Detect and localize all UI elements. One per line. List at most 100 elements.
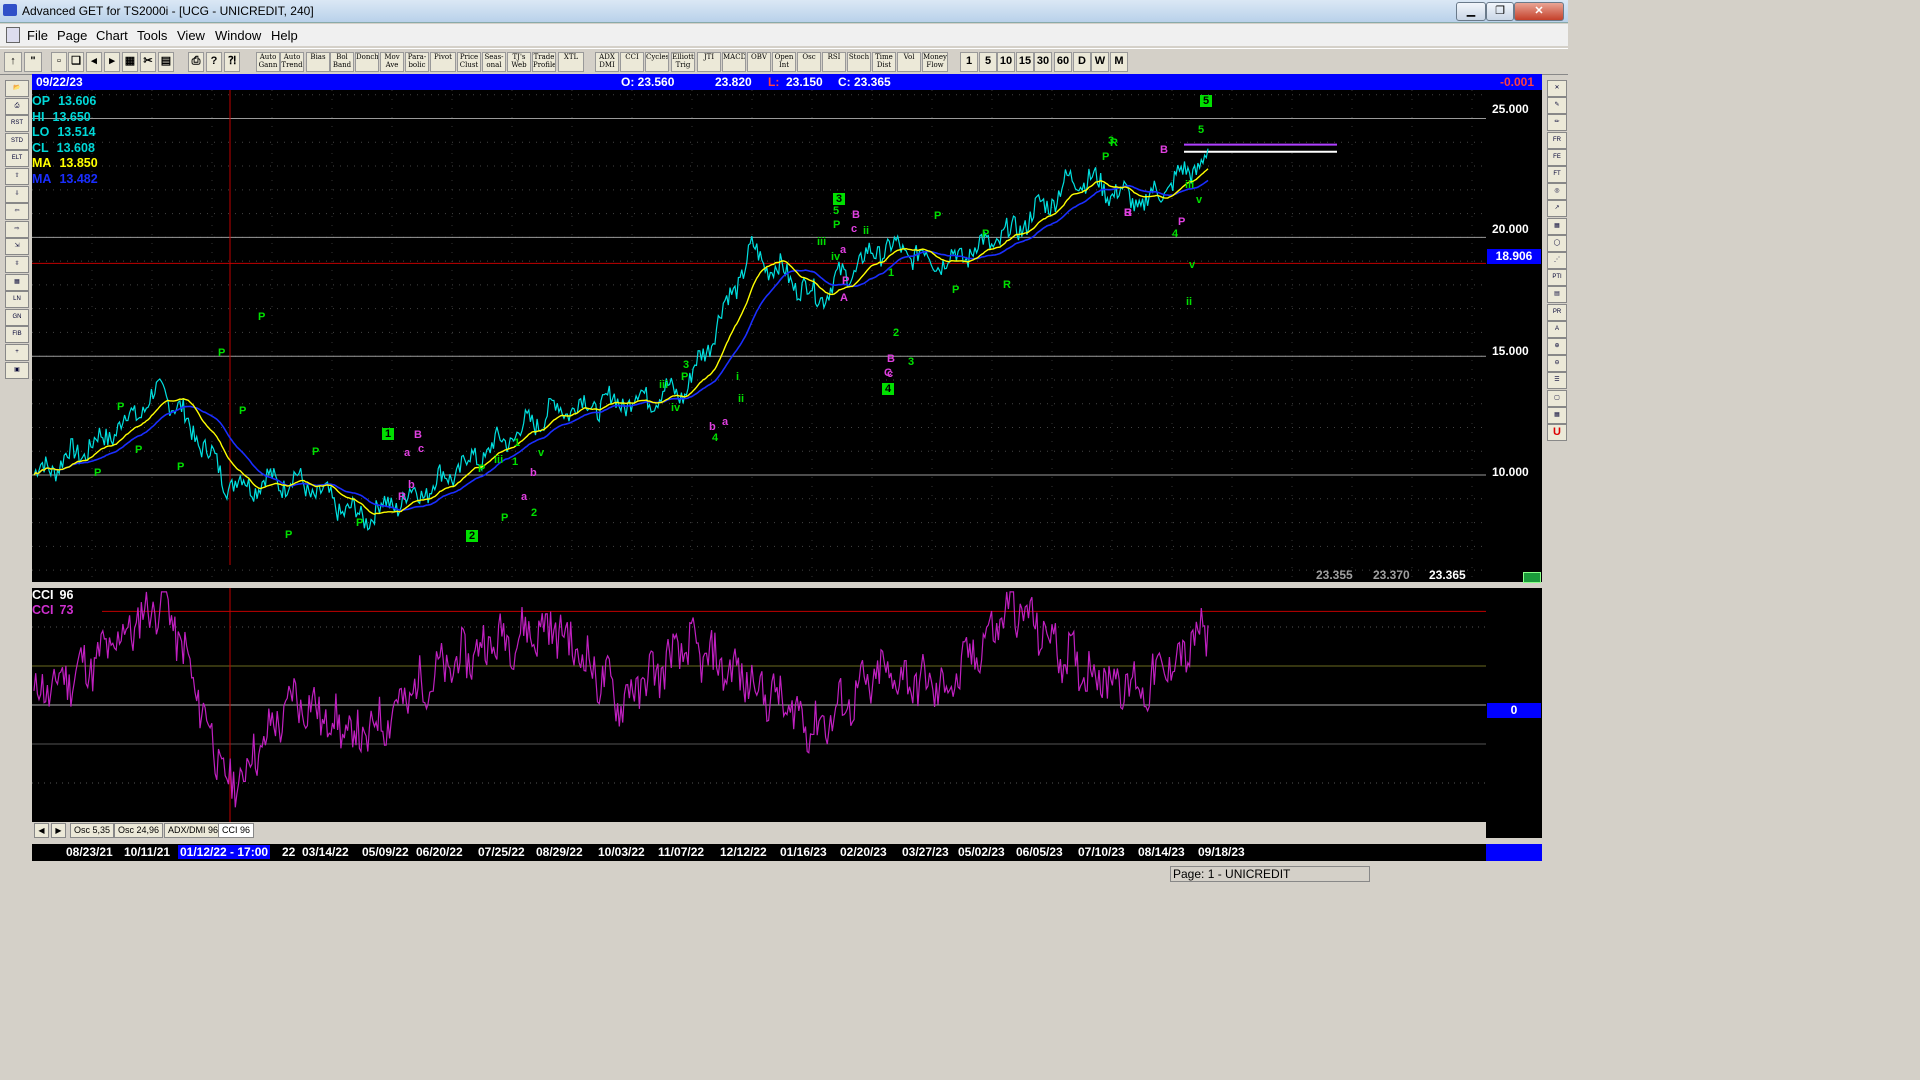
study-vol-button[interactable]: Vol bbox=[897, 52, 921, 72]
cci-panel[interactable]: CCI 96 CCI 73 bbox=[32, 588, 1486, 822]
study-cycles-button[interactable]: Cycles bbox=[645, 52, 669, 72]
study-seasonal-button[interactable]: Seas-onal bbox=[482, 52, 506, 72]
period-d-button[interactable]: D bbox=[1073, 52, 1091, 72]
study-stoch-button[interactable]: Stoch bbox=[847, 52, 871, 72]
elliott-icon[interactable]: ELT bbox=[5, 150, 29, 168]
gann-icon[interactable]: GN bbox=[5, 308, 29, 326]
period-30-button[interactable]: 30 bbox=[1034, 52, 1052, 72]
minimize-button[interactable]: ▁ bbox=[1456, 2, 1486, 21]
chart-settings-icon[interactable] bbox=[1523, 572, 1541, 583]
period-w-button[interactable]: W bbox=[1091, 52, 1109, 72]
study-tjs-web-button[interactable]: TJ's Web bbox=[507, 52, 531, 72]
study-xtl-button[interactable]: XTL bbox=[558, 52, 584, 72]
grid-tool-icon[interactable]: ▦ bbox=[1547, 217, 1567, 235]
fib-ret-tool-icon[interactable]: FR bbox=[1547, 131, 1567, 149]
grid-icon[interactable]: ▦ bbox=[5, 273, 29, 291]
tab-osc-5-35[interactable]: Osc 5,35 bbox=[70, 823, 115, 838]
tab-osc-24-96[interactable]: Osc 24,96 bbox=[114, 823, 164, 838]
period-15-button[interactable]: 15 bbox=[1016, 52, 1034, 72]
study-open-int-button[interactable]: Open Int bbox=[772, 52, 796, 72]
open-icon[interactable]: 📂 bbox=[5, 80, 29, 97]
menu-window[interactable]: Window bbox=[215, 28, 261, 43]
right-icon[interactable]: ⇨ bbox=[5, 220, 29, 238]
fib-icon[interactable]: FIB bbox=[5, 326, 29, 344]
help-icon[interactable]: ? bbox=[206, 52, 222, 72]
study-macd-button[interactable]: MACD bbox=[722, 52, 746, 72]
period-1-button[interactable]: 1 bbox=[960, 52, 978, 72]
text-tool-icon[interactable]: A bbox=[1547, 320, 1567, 338]
calendar-tool-icon[interactable]: ▦ bbox=[1547, 406, 1567, 424]
menu-page[interactable]: Page bbox=[57, 28, 87, 43]
left-icon[interactable]: ⇦ bbox=[5, 203, 29, 221]
study-bias-button[interactable]: Bias bbox=[306, 52, 330, 72]
tab-next-icon[interactable]: ▶ bbox=[51, 823, 66, 838]
menu-file[interactable]: File bbox=[27, 28, 48, 43]
cycle-tool-icon[interactable]: ◎ bbox=[1547, 183, 1567, 201]
cross-icon[interactable]: + bbox=[5, 344, 29, 361]
fib-time-tool-icon[interactable]: FT bbox=[1547, 166, 1567, 183]
study-auto-gann-button[interactable]: Auto Gann bbox=[256, 52, 280, 72]
pointer-icon[interactable]: ↑ bbox=[4, 52, 22, 72]
tab-cci-96[interactable]: CCI 96 bbox=[218, 823, 255, 838]
zoom-out-tool-icon[interactable]: ⊖ bbox=[1547, 355, 1567, 373]
snapshot-icon[interactable]: ▣ bbox=[5, 361, 29, 379]
study-auto-trend-button[interactable]: Auto Trend bbox=[280, 52, 304, 72]
quote-icon[interactable]: " bbox=[24, 52, 42, 72]
cut-icon[interactable]: ✂ bbox=[140, 52, 156, 72]
context-help-icon[interactable]: ⁈ bbox=[224, 52, 240, 72]
price-chart[interactable]: OP 13.606 HI 13.650 LO 13.514 CL 13.608 MA 13.850… bbox=[32, 90, 1486, 582]
study-money-flow-button[interactable]: Money Flow bbox=[922, 52, 948, 72]
up-icon[interactable]: ⇧ bbox=[5, 168, 29, 185]
print-icon[interactable]: ⎙ bbox=[188, 52, 204, 72]
study-rsi-button[interactable]: RSI bbox=[822, 52, 846, 72]
study-jti-button[interactable]: JTI bbox=[697, 52, 721, 72]
study-adx-dmi-button[interactable]: ADX DMI bbox=[595, 52, 619, 72]
list-tool-icon[interactable]: ☰ bbox=[1547, 372, 1567, 390]
study-pivot-button[interactable]: Pivot bbox=[430, 52, 456, 72]
study-time-dist-button[interactable]: Time Dist bbox=[872, 52, 896, 72]
tab-prev-icon[interactable]: ◀ bbox=[34, 823, 49, 838]
menu-chart[interactable]: Chart bbox=[96, 28, 128, 43]
menu-tools[interactable]: Tools bbox=[137, 28, 167, 43]
study-bol-band-button[interactable]: Bol Band bbox=[330, 52, 354, 72]
down-icon[interactable]: ⇩ bbox=[5, 185, 29, 203]
prob-tool-icon[interactable]: PR bbox=[1547, 303, 1567, 321]
menu-view[interactable]: View bbox=[177, 28, 205, 43]
study-trade-profile-button[interactable]: Trade Profile bbox=[532, 52, 556, 72]
print-icon[interactable]: ⎙ bbox=[5, 97, 29, 115]
new-page-icon[interactable]: ▫ bbox=[51, 52, 67, 72]
period-m-button[interactable]: M bbox=[1110, 52, 1128, 72]
study-icon[interactable]: STD bbox=[5, 132, 29, 150]
lines-icon[interactable]: LN bbox=[5, 291, 29, 309]
table-tool-icon[interactable]: ▤ bbox=[1547, 286, 1567, 304]
study-obv-button[interactable]: OBV bbox=[747, 52, 771, 72]
copy-icon[interactable]: ❏ bbox=[68, 52, 84, 72]
document-icon[interactable] bbox=[6, 27, 20, 43]
pen-tool-icon[interactable]: ✎ bbox=[1547, 97, 1567, 115]
period-60-button[interactable]: 60 bbox=[1054, 52, 1072, 72]
zoom-in-tool-icon[interactable]: ⊕ bbox=[1547, 338, 1567, 355]
grid-icon[interactable]: ▦ bbox=[122, 52, 138, 72]
u-tool-icon[interactable]: U bbox=[1547, 424, 1567, 441]
fib-ext-tool-icon[interactable]: FE bbox=[1547, 148, 1567, 166]
study-mov-ave-button[interactable]: Mov Ave bbox=[380, 52, 404, 72]
ellipse-tool-icon[interactable]: ◯ bbox=[1547, 234, 1567, 252]
tab-adx-dmi-96[interactable]: ADX/DMI 96 bbox=[164, 823, 223, 838]
pencil-tool-icon[interactable]: ✏ bbox=[1547, 114, 1567, 132]
fan-tool-icon[interactable]: ⋰ bbox=[1547, 252, 1567, 269]
study-elliott-trig-button[interactable]: Elliott Trig bbox=[671, 52, 695, 72]
period-5-button[interactable]: 5 bbox=[979, 52, 997, 72]
compress-icon[interactable]: ⇲ bbox=[5, 238, 29, 256]
study-parabolic-button[interactable]: Para-bolic bbox=[405, 52, 429, 72]
reset-icon[interactable]: RST bbox=[5, 115, 29, 133]
back-icon[interactable]: ◂ bbox=[86, 52, 102, 72]
arrow-tool-icon[interactable]: ↗ bbox=[1547, 200, 1567, 218]
study-osc-button[interactable]: Osc bbox=[797, 52, 821, 72]
pti-tool-icon[interactable]: PTI bbox=[1547, 269, 1567, 287]
close-button[interactable]: ✕ bbox=[1514, 2, 1564, 21]
restore-button[interactable]: ❐ bbox=[1486, 2, 1514, 21]
menu-help[interactable]: Help bbox=[271, 28, 298, 43]
close-tool-icon[interactable]: ✕ bbox=[1547, 80, 1567, 97]
box-tool-icon[interactable]: ▢ bbox=[1547, 389, 1567, 407]
layout-icon[interactable]: ▤ bbox=[158, 52, 174, 72]
